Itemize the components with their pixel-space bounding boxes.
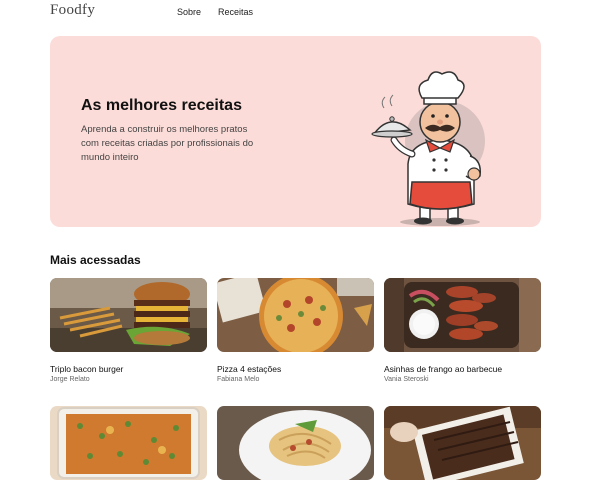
hero-banner: As melhores receitas Aprenda a construir… bbox=[50, 36, 541, 227]
recipe-card[interactable]: Asinhas de frango ao barbecue Vania Ster… bbox=[384, 278, 541, 383]
recipe-author: Jorge Relato bbox=[50, 376, 90, 383]
recipe-name: Pizza 4 estações bbox=[217, 364, 282, 374]
recipe-card[interactable]: Triplo bacon burger Jorge Relato bbox=[50, 278, 207, 383]
recipe-name: Asinhas de frango ao barbecue bbox=[384, 364, 503, 374]
recipe-card[interactable] bbox=[50, 406, 207, 486]
recipe-name: Triplo bacon burger bbox=[50, 364, 124, 374]
section-title: Mais acessadas bbox=[50, 253, 141, 267]
recipe-card[interactable] bbox=[217, 406, 374, 486]
hero-title: As melhores receitas bbox=[81, 97, 242, 114]
recipe-author: Vania Steroski bbox=[384, 376, 429, 383]
logo[interactable]: Foodfy bbox=[50, 2, 95, 19]
recipe-image-brownies bbox=[384, 406, 541, 480]
recipe-card[interactable]: Pizza 4 estações Fabiana Melo bbox=[217, 278, 374, 383]
recipe-image-lasagna bbox=[50, 406, 207, 480]
recipe-card[interactable] bbox=[384, 406, 541, 486]
nav-link-sobre[interactable]: Sobre bbox=[177, 7, 201, 17]
chef-illustration bbox=[371, 71, 485, 226]
nav-link-receitas[interactable]: Receitas bbox=[218, 7, 253, 17]
main-nav: Sobre Receitas bbox=[177, 7, 253, 17]
recipe-image-pasta bbox=[217, 406, 374, 480]
recipe-image-burger bbox=[50, 278, 207, 352]
recipe-image-pizza bbox=[217, 278, 374, 352]
top-header: Foodfy Sobre Receitas bbox=[0, 0, 604, 26]
recipe-image-chicken-wings bbox=[384, 278, 541, 352]
recipe-author: Fabiana Melo bbox=[217, 376, 260, 383]
hero-subtitle: Aprenda a construir os melhores pratos c… bbox=[81, 124, 254, 163]
